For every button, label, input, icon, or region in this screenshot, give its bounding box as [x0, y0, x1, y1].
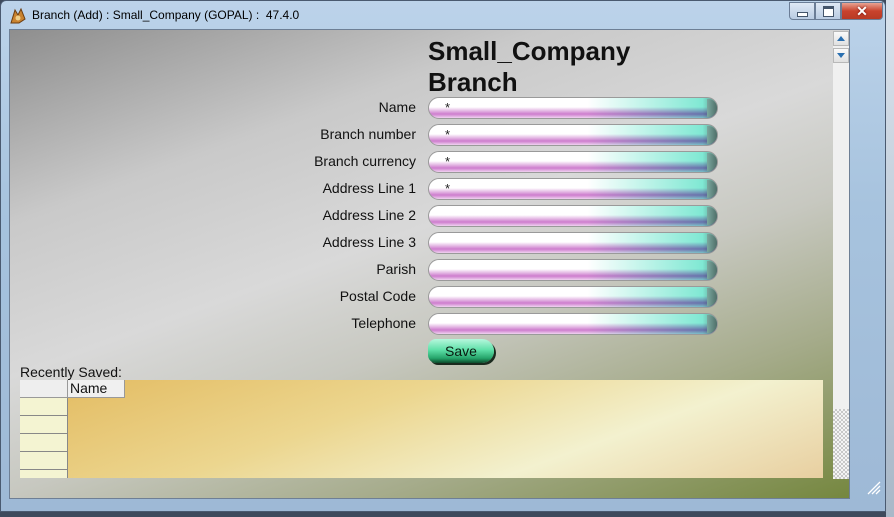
scroll-down-button[interactable]	[833, 48, 849, 63]
form-area: Small_Company Branch Name * Branch numbe…	[9, 29, 850, 499]
form-row-name: Name *	[10, 97, 730, 119]
address-line-2-input[interactable]	[428, 205, 718, 227]
close-button[interactable]: ✕	[841, 2, 883, 20]
scrollbar-track[interactable]	[833, 409, 849, 479]
name-input[interactable]: *	[428, 97, 718, 119]
close-icon: ✕	[856, 2, 868, 19]
form-row-telephone: Telephone	[10, 313, 730, 335]
grid-row-header[interactable]	[20, 398, 68, 416]
arrow-up-icon	[837, 36, 845, 41]
form-row-address-line-3: Address Line 3	[10, 232, 730, 254]
form-row-address-line-1: Address Line 1 *	[10, 178, 730, 200]
address-line-1-input[interactable]: *	[428, 178, 718, 200]
page-title: Small_Company Branch	[428, 36, 630, 98]
maximize-button[interactable]	[815, 2, 841, 20]
scroll-up-button[interactable]	[833, 31, 849, 46]
app-window: Branch (Add) : Small_Company (GOPAL) : 4…	[0, 0, 886, 512]
form-row-branch-currency: Branch currency *	[10, 151, 730, 173]
minimize-icon	[796, 11, 808, 17]
resize-grip-icon[interactable]	[867, 481, 881, 495]
save-button[interactable]: Save	[428, 339, 494, 363]
field-label: Postal Code	[339, 288, 416, 304]
form-row-parish: Parish	[10, 259, 730, 281]
grid-row-header[interactable]	[20, 470, 68, 478]
title-bar[interactable]: Branch (Add) : Small_Company (GOPAL) : 4…	[1, 1, 885, 29]
form-row-address-line-2: Address Line 2	[10, 205, 730, 227]
window-title: Branch (Add) : Small_Company (GOPAL) : 4…	[32, 8, 300, 22]
branch-number-input[interactable]: *	[428, 124, 718, 146]
entity-heading: Branch	[428, 67, 518, 97]
recently-saved-grid[interactable]: Name	[20, 380, 823, 478]
branch-currency-input[interactable]: *	[428, 151, 718, 173]
vertical-scrollbar[interactable]	[833, 31, 849, 479]
background-window-edge	[886, 0, 894, 517]
address-line-3-input[interactable]	[428, 232, 718, 254]
field-label: Address Line 2	[322, 207, 416, 223]
grid-column-header-name[interactable]: Name	[68, 380, 125, 398]
grid-corner-header[interactable]	[20, 380, 68, 398]
minimize-button[interactable]	[789, 2, 815, 20]
field-label: Branch currency	[314, 153, 416, 169]
recently-saved-label: Recently Saved:	[20, 364, 122, 380]
grid-row-header[interactable]	[20, 416, 68, 434]
form-row-branch-number: Branch number *	[10, 124, 730, 146]
field-label: Address Line 3	[322, 234, 416, 250]
maximize-icon	[822, 5, 834, 17]
telephone-input[interactable]	[428, 313, 718, 335]
field-label: Parish	[376, 261, 416, 277]
grid-row-header[interactable]	[20, 452, 68, 470]
company-name-heading: Small_Company	[428, 36, 631, 66]
postal-code-input[interactable]	[428, 286, 718, 308]
field-label: Address Line 1	[322, 180, 416, 196]
field-label: Name	[378, 99, 416, 115]
form-row-postal-code: Postal Code	[10, 286, 730, 308]
field-label: Branch number	[320, 126, 416, 142]
parish-input[interactable]	[428, 259, 718, 281]
arrow-down-icon	[837, 53, 845, 58]
grid-row-header[interactable]	[20, 434, 68, 452]
field-label: Telephone	[351, 315, 416, 331]
app-logo-icon	[10, 7, 26, 24]
